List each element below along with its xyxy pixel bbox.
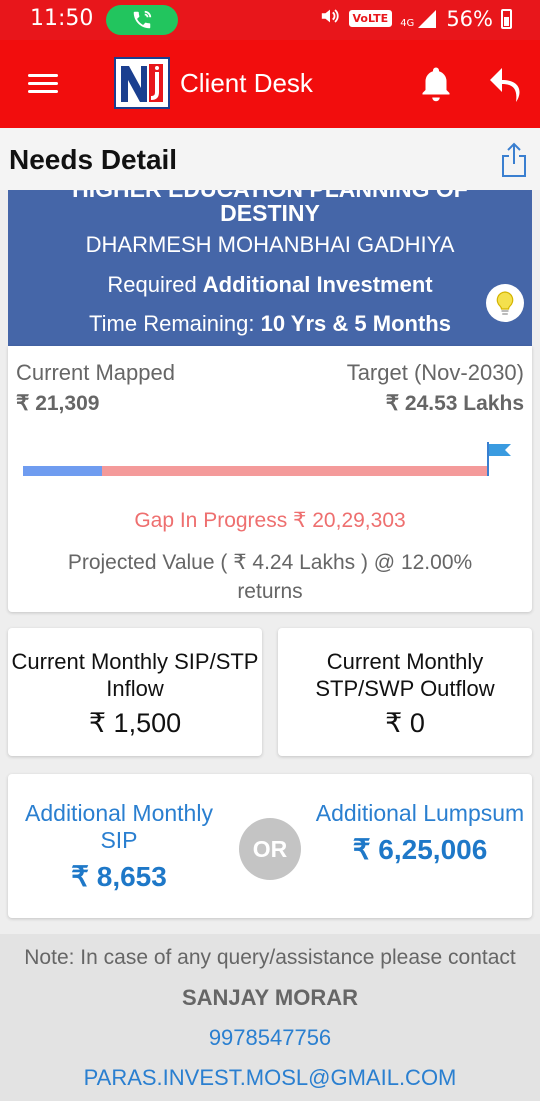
additional-investment-card: Additional Monthly SIP ₹ 8,653 OR Additi…: [8, 774, 532, 918]
volte-badge: VoLTE: [348, 10, 393, 27]
target-label: Target (Nov-2030): [346, 360, 524, 385]
required-investment: Required Additional Investment: [8, 272, 532, 298]
page-header: Needs Detail: [0, 128, 540, 190]
back-arrow-icon[interactable]: [486, 64, 526, 110]
monthly-outflow-card: Current Monthly STP/SWP Outflow ₹ 0: [278, 628, 532, 756]
required-bold: Additional Investment: [202, 272, 433, 297]
inflow-value: ₹ 1,500: [88, 708, 182, 738]
battery-percent: 56%: [446, 6, 493, 31]
additional-lumpsum[interactable]: Additional Lumpsum ₹ 6,25,006: [315, 800, 525, 866]
contact-name: SANJAY MORAR: [181, 985, 359, 1010]
progress-bar-fill: [23, 466, 103, 476]
additional-sip-value: ₹ 8,653: [71, 861, 167, 892]
contact-email-link[interactable]: PARAS.INVEST.MOSL@GMAIL.COM: [0, 1065, 540, 1091]
monthly-inflow-card: Current Monthly SIP/STP Inflow ₹ 1,500: [8, 628, 262, 756]
outflow-value: ₹ 0: [385, 708, 425, 738]
status-icons: VoLTE 4G 56%: [319, 6, 512, 31]
app-logo: [114, 57, 170, 109]
app-title: Client Desk: [180, 68, 313, 98]
target-flag-icon: [486, 442, 512, 483]
required-prefix: Required: [107, 272, 203, 297]
contact-footer: Note: In case of any query/assistance pl…: [0, 934, 540, 1101]
battery-icon: [501, 8, 512, 29]
lightbulb-icon[interactable]: [486, 284, 524, 322]
current-mapped-value: ₹ 21,309: [16, 392, 100, 415]
current-mapped-label: Current Mapped: [16, 360, 175, 385]
ongoing-call-icon[interactable]: [106, 5, 178, 35]
additional-lumpsum-value: ₹ 6,25,006: [352, 834, 488, 865]
additional-sip-label: Additional Monthly SIP: [25, 800, 213, 853]
goal-banner: HIGHER EDUCATION PLANNING OF DESTINY DHA…: [8, 190, 532, 346]
contact-note: Note: In case of any query/assistance pl…: [24, 946, 516, 969]
gap-in-progress: Gap In Progress ₹ 20,29,303: [134, 509, 406, 532]
inflow-label: Current Monthly SIP/STP Inflow: [11, 649, 259, 701]
goal-progress-bar: [23, 466, 489, 476]
or-divider: OR: [239, 818, 301, 880]
time-prefix: Time Remaining:: [89, 311, 261, 336]
hamburger-menu-icon[interactable]: [28, 74, 58, 94]
time-value: 10 Yrs & 5 Months: [260, 311, 451, 336]
additional-lumpsum-label: Additional Lumpsum: [315, 800, 525, 826]
client-name: DHARMESH MOHANBHAI GADHIYA: [85, 232, 455, 257]
network-type: 4G: [400, 17, 415, 29]
additional-sip[interactable]: Additional Monthly SIP ₹ 8,653: [14, 800, 224, 893]
signal-icon: 4G: [400, 9, 438, 29]
goal-name-line2: DESTINY: [220, 200, 320, 226]
status-time: 11:50: [30, 6, 94, 31]
outflow-label: Current Monthly STP/SWP Outflow: [315, 649, 495, 701]
goal-progress-card: Current Mapped ₹ 21,309 Target (Nov-2030…: [8, 346, 532, 612]
app-bar: Client Desk: [0, 40, 540, 128]
status-bar: 11:50 VoLTE 4G 56%: [0, 0, 540, 40]
contact-phone-link[interactable]: 9978547756: [0, 1025, 540, 1051]
volume-icon: [319, 6, 341, 31]
notification-bell-icon[interactable]: [418, 64, 454, 108]
page-title: Needs Detail: [9, 144, 178, 175]
projected-value: Projected Value ( ₹ 4.24 Lakhs ) @ 12.00…: [67, 551, 473, 603]
share-icon[interactable]: [500, 142, 528, 182]
time-remaining: Time Remaining: 10 Yrs & 5 Months: [8, 311, 532, 337]
target-value: ₹ 24.53 Lakhs: [385, 392, 524, 415]
